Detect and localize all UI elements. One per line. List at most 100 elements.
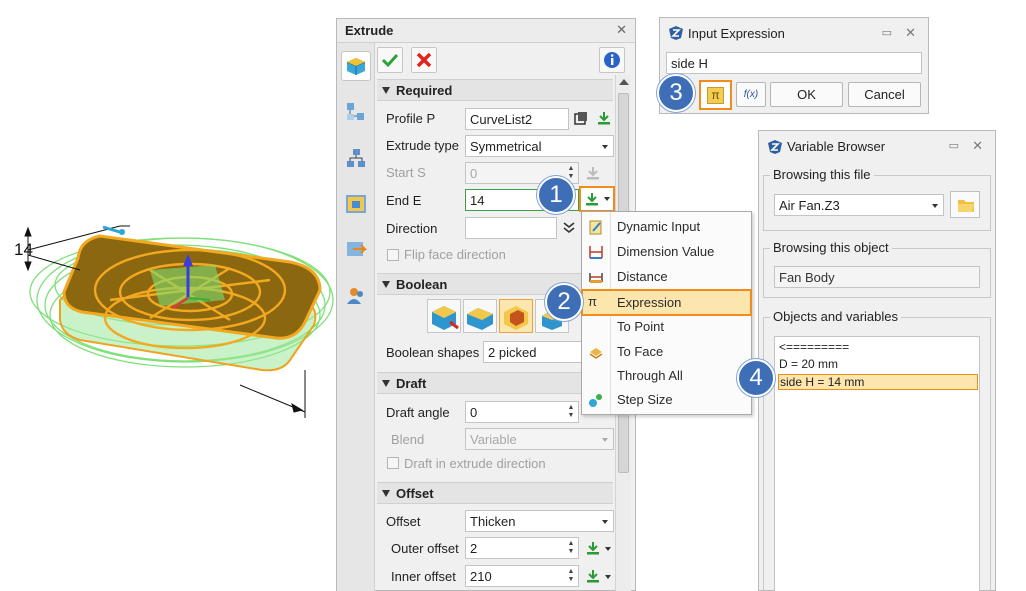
disabled-pick-icon [587, 167, 599, 180]
draft-header-label: Draft [396, 376, 427, 391]
expression-input[interactable]: side H [666, 52, 922, 74]
objects-variables-group: Objects and variables <========= D = 20 … [763, 309, 991, 591]
boolean-add-button[interactable] [463, 299, 497, 333]
collapse-arrow-icon [382, 87, 390, 94]
menu-item-label: Step Size [617, 392, 673, 407]
menu-item-distance[interactable]: Distance [582, 265, 751, 289]
menu-item-expression[interactable]: π Expression [581, 289, 752, 316]
direction-label: Direction [386, 221, 438, 236]
pi-button[interactable]: π [699, 80, 732, 110]
drag-handle[interactable] [102, 225, 125, 235]
history-tab-icon[interactable] [341, 97, 371, 127]
end-label: End E [386, 193, 422, 208]
dropdown-arrow-icon[interactable] [605, 575, 611, 579]
dropdown-arrow-icon[interactable] [605, 547, 611, 551]
boolean-shapes-field[interactable]: 2 picked [483, 341, 583, 363]
pick-icon [586, 193, 598, 206]
scroll-up-arrow[interactable] [619, 79, 629, 85]
distance-icon [589, 273, 603, 283]
callout-1: 1 [537, 176, 575, 214]
menu-item-label: Distance [617, 269, 668, 284]
draft-angle-field[interactable]: 0 ▲ ▼ [465, 401, 579, 423]
pick-icon[interactable] [596, 110, 612, 126]
list-item[interactable]: <========= [778, 340, 978, 356]
spinner-icon[interactable]: ▲ ▼ [567, 568, 575, 584]
app-logo-icon [768, 140, 782, 154]
select-profile-icon[interactable] [573, 111, 589, 127]
variable-browser-title-bar: Variable Browser ▭ ✕ [759, 131, 995, 161]
draft-angle-label: Draft angle [386, 405, 450, 420]
end-options-button[interactable] [579, 186, 615, 212]
pi-icon: π [707, 87, 724, 104]
flip-face-label: Flip face direction [404, 247, 506, 262]
menu-item-label: Through All [617, 368, 683, 383]
list-item-selected[interactable]: side H = 14 mm [778, 374, 978, 390]
close-icon[interactable]: ✕ [905, 25, 916, 41]
draft-extrude-checkbox[interactable] [387, 457, 399, 469]
object-field[interactable]: Fan Body [774, 266, 980, 288]
outer-offset-value: 2 [470, 541, 478, 556]
offset-section-header[interactable]: Offset [377, 482, 613, 504]
extrude-tab-icon[interactable] [341, 51, 371, 81]
menu-item-step-size[interactable]: Step Size [582, 388, 751, 412]
dynamic-input-icon [589, 220, 602, 235]
pin-icon[interactable]: ▭ [949, 139, 959, 152]
pick-icon[interactable] [585, 540, 601, 556]
outer-offset-label: Outer offset [391, 541, 459, 556]
boolean-base-button[interactable] [427, 299, 461, 333]
part-tab-icon[interactable] [341, 189, 371, 219]
chevron-down-double-icon[interactable] [561, 220, 577, 236]
variables-list[interactable]: <========= D = 20 mm side H = 14 mm [774, 336, 980, 591]
close-icon[interactable]: ✕ [616, 22, 627, 38]
list-item[interactable]: D = 20 mm [778, 357, 978, 373]
extrude-title-bar: Extrude ✕ [337, 19, 635, 43]
outer-offset-field[interactable]: 2 ▲ ▼ [465, 537, 579, 559]
offset-select[interactable]: Thicken [465, 510, 614, 532]
file-select[interactable]: Air Fan.Z3 [774, 194, 944, 216]
pick-icon[interactable] [585, 568, 601, 584]
boolean-shapes-label: Boolean shapes [386, 345, 480, 360]
spinner-icon[interactable]: ▲ ▼ [567, 165, 575, 181]
ok-button[interactable]: OK [770, 82, 843, 107]
menu-item-label: Dimension Value [617, 244, 715, 259]
callout-2: 2 [545, 283, 583, 321]
extrude-title: Extrude [345, 23, 394, 38]
view-tab-icon[interactable] [341, 235, 371, 265]
cancel-x-button[interactable] [411, 47, 437, 73]
draft-angle-value: 0 [470, 405, 478, 420]
collapse-arrow-icon [382, 490, 390, 497]
menu-item-to-point[interactable]: To Point [582, 315, 751, 339]
remove-shape-icon [504, 306, 528, 330]
close-icon[interactable]: ✕ [972, 138, 983, 154]
variable-browser-title: Variable Browser [787, 139, 886, 154]
draft-section-header[interactable]: Draft [377, 372, 613, 394]
direction-field[interactable] [465, 217, 557, 239]
end-options-menu: Dynamic Input Dimension Value Distance π… [581, 211, 752, 415]
menu-item-to-face[interactable]: To Face [582, 340, 751, 364]
menu-item-dimension-value[interactable]: Dimension Value [582, 240, 751, 264]
menu-item-dynamic-input[interactable]: Dynamic Input [582, 215, 751, 239]
assembly-tab-icon[interactable] [341, 143, 371, 173]
extrude-type-label: Extrude type [386, 138, 459, 153]
function-button[interactable]: f(x) [736, 82, 766, 107]
flip-face-checkbox[interactable] [387, 249, 399, 261]
inner-offset-field[interactable]: 210 ▲ ▼ [465, 565, 579, 587]
offset-header-label: Offset [396, 486, 434, 501]
profile-field[interactable]: CurveList2 [465, 108, 569, 130]
pin-icon[interactable]: ▭ [882, 26, 892, 39]
extrude-type-select[interactable]: Symmetrical [465, 135, 614, 157]
menu-item-through-all[interactable]: Through All [582, 364, 751, 388]
profile-label: Profile P [386, 111, 436, 126]
user-tab-icon[interactable] [341, 281, 371, 311]
spinner-icon[interactable]: ▲ ▼ [567, 540, 575, 556]
help-button[interactable] [599, 47, 625, 73]
pi-icon: π [588, 294, 597, 309]
open-file-button[interactable] [950, 191, 980, 218]
spinner-icon[interactable]: ▲ ▼ [567, 404, 575, 420]
variable-browser-dialog: Variable Browser ▭ ✕ Browsing this file … [758, 130, 996, 591]
cancel-button[interactable]: Cancel [848, 82, 921, 107]
ok-check-button[interactable] [377, 47, 403, 73]
boolean-remove-button[interactable] [499, 299, 533, 333]
required-section-header[interactable]: Required [377, 79, 613, 101]
blend-select[interactable]: Variable [465, 428, 614, 450]
